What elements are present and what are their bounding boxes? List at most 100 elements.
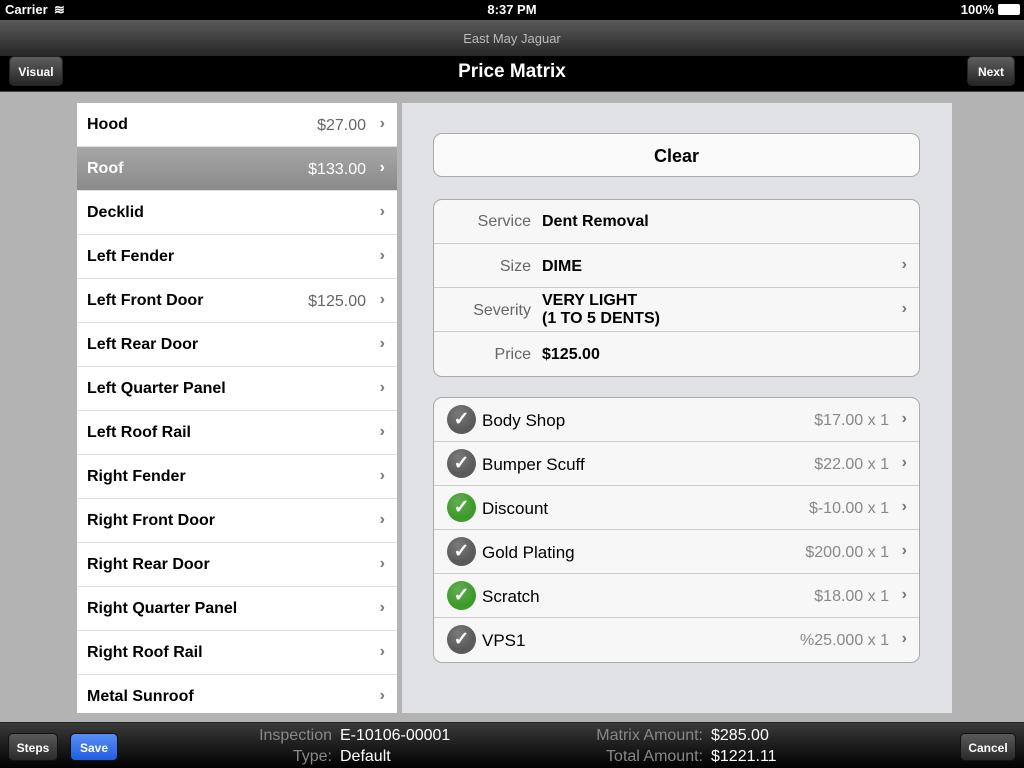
total-amount-label: Total Amount: [606, 748, 703, 765]
checkmark-icon[interactable]: ✓ [447, 625, 476, 654]
service-label: Service [477, 213, 531, 230]
option-price: $-10.00 x 1 [808, 500, 889, 517]
cancel-button[interactable]: Cancel [960, 733, 1016, 761]
part-row[interactable]: Decklid › [77, 191, 397, 235]
checkmark-icon[interactable]: ✓ [447, 405, 476, 434]
part-row[interactable]: Right Front Door › [77, 499, 397, 543]
checkmark-icon[interactable]: ✓ [447, 449, 476, 478]
option-price: $18.00 x 1 [814, 588, 889, 605]
part-label: Right Quarter Panel [87, 600, 238, 617]
inspection-value: E-10106-00001 [340, 727, 451, 744]
option-row[interactable]: ✓ Scratch $18.00 x 1 › [434, 574, 919, 618]
battery-level: 100% [960, 2, 994, 17]
option-row[interactable]: ✓ VPS1 %25.000 x 1 › [434, 618, 919, 662]
part-row[interactable]: Left Front Door $125.00 › [77, 279, 397, 323]
type-label: Type: [292, 748, 332, 765]
type-value: Default [340, 748, 391, 765]
option-row[interactable]: ✓ Discount $-10.00 x 1 › [434, 486, 919, 530]
chevron-right-icon: › [379, 247, 385, 264]
size-row[interactable]: Size DIME › [434, 244, 919, 288]
chevron-right-icon: › [901, 454, 907, 471]
option-row[interactable]: ✓ Body Shop $17.00 x 1 › [434, 398, 919, 442]
detail-panel: Clear Service Dent Removal Size DIME › Seve… [402, 103, 952, 713]
checkmark-icon[interactable]: ✓ [447, 493, 476, 522]
part-row[interactable]: Hood $27.00 › [77, 103, 397, 147]
checkmark-icon[interactable]: ✓ [447, 581, 476, 610]
severity-value: VERY LIGHT [542, 292, 638, 309]
part-row[interactable]: Right Roof Rail › [77, 631, 397, 675]
part-label: Right Front Door [87, 512, 215, 529]
part-row[interactable]: Right Fender › [77, 455, 397, 499]
part-label: Decklid [87, 204, 144, 221]
service-row: Service Dent Removal [434, 200, 919, 244]
nav-bar: Visual Price Matrix Next [0, 56, 1024, 92]
part-row[interactable]: Right Quarter Panel › [77, 587, 397, 631]
part-row[interactable]: Roof $133.00 › [77, 147, 397, 191]
part-label: Roof [87, 160, 124, 177]
part-price: $27.00 [317, 117, 366, 134]
option-price: $17.00 x 1 [814, 412, 889, 429]
chevron-right-icon: › [901, 410, 907, 427]
size-value: DIME [542, 258, 582, 275]
page-title: Price Matrix [458, 61, 566, 82]
service-details: Service Dent Removal Size DIME › Severity VE… [433, 199, 920, 377]
part-label: Left Roof Rail [87, 424, 191, 441]
option-row[interactable]: ✓ Bumper Scuff $22.00 x 1 › [434, 442, 919, 486]
chevron-right-icon: › [901, 256, 907, 273]
service-value: Dent Removal [542, 213, 649, 230]
parts-list: Hood $27.00 › Roof $133.00 › Decklid › Left Fend… [77, 103, 397, 713]
part-price: $133.00 [308, 161, 366, 178]
severity-label: Severity [473, 302, 531, 319]
part-row[interactable]: Left Roof Rail › [77, 411, 397, 455]
battery-icon [998, 4, 1020, 15]
part-label: Left Rear Door [87, 336, 199, 353]
chevron-right-icon: › [379, 599, 385, 616]
chevron-right-icon: › [379, 643, 385, 660]
chevron-right-icon: › [379, 291, 385, 308]
severity-row[interactable]: Severity VERY LIGHT (1 TO 5 DENTS) › [434, 288, 919, 332]
dealer-name: East May Jaguar [0, 20, 1024, 56]
chevron-right-icon: › [379, 115, 385, 132]
steps-button[interactable]: Steps [8, 733, 58, 761]
option-row[interactable]: ✓ Gold Plating $200.00 x 1 › [434, 530, 919, 574]
chevron-right-icon: › [901, 630, 907, 647]
part-row[interactable]: Left Fender › [77, 235, 397, 279]
chevron-right-icon: › [379, 423, 385, 440]
option-price: $22.00 x 1 [814, 456, 889, 473]
part-row[interactable]: Left Rear Door › [77, 323, 397, 367]
price-label: Price [494, 346, 531, 363]
chevron-right-icon: › [379, 159, 385, 176]
clock: 8:37 PM [487, 2, 537, 17]
clear-button[interactable]: Clear [433, 133, 920, 177]
chevron-right-icon: › [379, 335, 385, 352]
chevron-right-icon: › [379, 687, 385, 704]
chevron-right-icon: › [901, 498, 907, 515]
severity-detail: (1 TO 5 DENTS) [542, 310, 660, 327]
part-row[interactable]: Left Quarter Panel › [77, 367, 397, 411]
part-price: $125.00 [308, 293, 366, 310]
status-bar: Carrier ≋ 8:37 PM 100% [0, 0, 1024, 20]
price-value: $125.00 [542, 346, 600, 363]
part-label: Metal Sunroof [87, 688, 194, 705]
part-row[interactable]: Metal Sunroof › [77, 675, 397, 713]
chevron-right-icon: › [379, 555, 385, 572]
chevron-right-icon: › [379, 467, 385, 484]
option-price: $200.00 x 1 [805, 544, 889, 561]
option-name: Discount [482, 499, 549, 518]
chevron-right-icon: › [901, 542, 907, 559]
save-button[interactable]: Save [70, 733, 118, 761]
option-name: VPS1 [482, 631, 526, 650]
matrix-amount-label: Matrix Amount: [596, 727, 703, 744]
part-row[interactable]: Right Rear Door › [77, 543, 397, 587]
checkmark-icon[interactable]: ✓ [447, 537, 476, 566]
next-button[interactable]: Next [967, 56, 1015, 86]
option-name: Gold Plating [482, 543, 575, 562]
option-name: Bumper Scuff [482, 455, 585, 474]
chevron-right-icon: › [901, 300, 907, 317]
bottom-toolbar: Steps Save Inspection E-10106-00001 Type… [0, 722, 1024, 768]
price-row: Price $125.00 [434, 332, 919, 376]
part-label: Right Roof Rail [87, 644, 203, 661]
chevron-right-icon: › [379, 511, 385, 528]
part-label: Right Fender [87, 468, 186, 485]
matrix-amount-value: $285.00 [711, 727, 769, 744]
